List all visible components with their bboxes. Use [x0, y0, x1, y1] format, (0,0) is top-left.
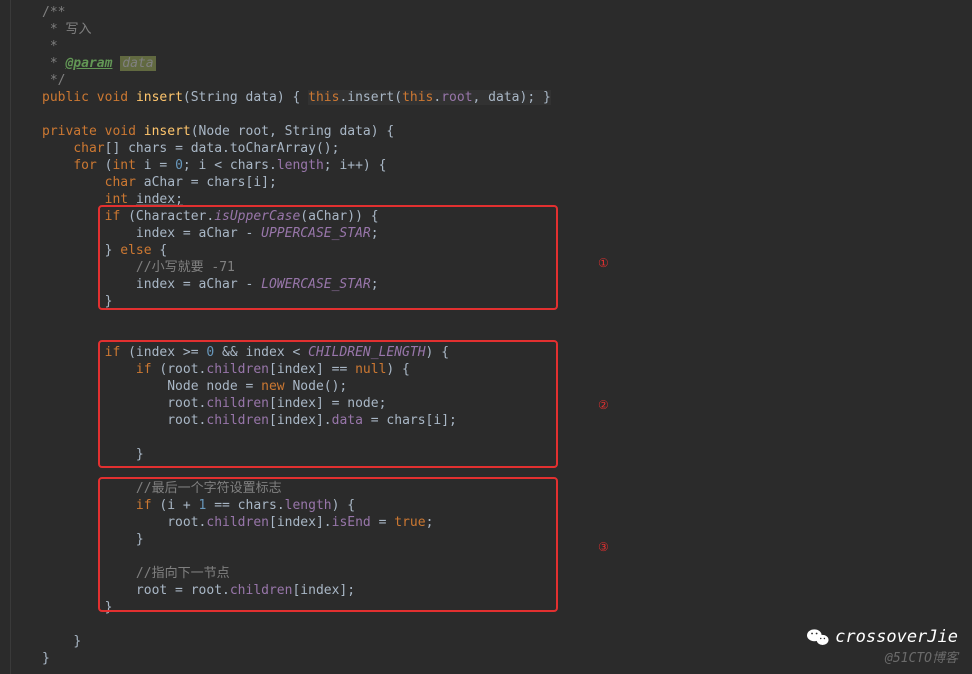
keyword: private	[42, 124, 105, 139]
comment: */	[42, 73, 65, 88]
number: 0	[175, 158, 183, 173]
keyword: public	[42, 90, 97, 105]
sig: (String data) {	[183, 90, 308, 105]
code-line: */	[14, 72, 972, 89]
rest: , data);	[473, 90, 543, 105]
keyword: this	[402, 90, 433, 105]
indent	[42, 175, 105, 190]
method-name: insert	[136, 90, 183, 105]
marker-2: ②	[598, 398, 609, 412]
highlight-box-1	[98, 205, 558, 310]
indent	[42, 209, 105, 224]
call: insert	[347, 90, 394, 105]
keyword: char	[73, 141, 104, 156]
indent	[42, 634, 73, 649]
v: ; i++) {	[324, 158, 387, 173]
comment: *	[42, 56, 65, 71]
code-line: *	[14, 38, 972, 55]
keyword: char	[105, 175, 144, 190]
javadoc-param: @param	[65, 56, 112, 71]
field: length	[277, 158, 324, 173]
brace: }	[73, 634, 81, 649]
v: i =	[144, 158, 175, 173]
code-line: * @param data	[14, 55, 972, 72]
code-line: public void insert(String data) { this.i…	[14, 89, 972, 106]
keyword: this	[308, 90, 339, 105]
code-line: /**	[14, 4, 972, 21]
keyword: void	[97, 90, 136, 105]
indent	[42, 141, 73, 156]
indent	[42, 345, 105, 360]
v: ; i < chars.	[183, 158, 277, 173]
watermark: crossoverJie @51CTO博客	[807, 627, 958, 666]
watermark-text: crossoverJie	[835, 627, 958, 647]
sig: (Node root, String data) {	[191, 124, 395, 139]
marker-1: ①	[598, 256, 609, 270]
indent	[42, 158, 73, 173]
indent	[42, 192, 105, 207]
highlight-box-2	[98, 340, 558, 468]
indent	[42, 243, 105, 258]
wechat-icon	[807, 628, 829, 646]
keyword: for	[73, 158, 104, 173]
javadoc-param-name: data	[120, 56, 155, 71]
paren: (	[394, 90, 402, 105]
rest: aChar = chars[i];	[144, 175, 277, 190]
code-line: private void insert(Node root, String da…	[14, 123, 972, 140]
blank-line	[14, 310, 972, 327]
gutter-border	[10, 0, 11, 674]
indent	[42, 600, 105, 615]
keyword: int	[112, 158, 143, 173]
marker-3: ③	[598, 540, 609, 554]
comment: * 写入	[42, 22, 91, 37]
code-line: for (int i = 0; i < chars.length; i++) {	[14, 157, 972, 174]
indent	[42, 294, 105, 309]
field: root	[441, 90, 472, 105]
rest: [] chars = data.toCharArray();	[105, 141, 340, 156]
brace: }	[42, 651, 50, 666]
code-line: char[] chars = data.toCharArray();	[14, 140, 972, 157]
highlight-box-3	[98, 477, 558, 612]
code-line: * 写入	[14, 21, 972, 38]
watermark-sub: @51CTO博客	[807, 647, 958, 666]
comment: /**	[42, 5, 65, 20]
blank-line	[14, 106, 972, 123]
keyword: void	[105, 124, 144, 139]
code-line: char aChar = chars[i];	[14, 174, 972, 191]
brace: }	[543, 90, 551, 105]
method-name: insert	[144, 124, 191, 139]
comment: *	[42, 39, 58, 54]
